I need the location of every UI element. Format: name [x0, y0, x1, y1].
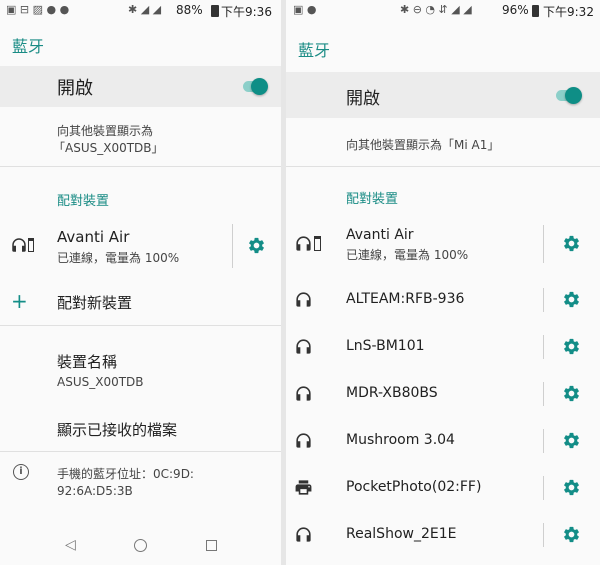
row-separator [543, 288, 544, 312]
device-name: Avanti Air [346, 227, 414, 243]
device-name-label: 裝置名稱 [57, 353, 118, 371]
paired-device-row[interactable]: RealShow_2E1E [286, 519, 600, 551]
device-name-value: ASUS_X00TDB [57, 375, 144, 389]
divider [0, 166, 281, 167]
status-bar: ▣ ● ✱ ⊖ ◔ ⇵ ◢ ◢ 96% 下午9:32 [286, 0, 600, 22]
device-name: RealShow_2E1E [346, 526, 457, 542]
paired-device-row[interactable]: Avanti Air 已連線，電量為 100% [286, 221, 600, 267]
toggle-label: 開啟 [57, 78, 93, 99]
device-settings-gear-icon[interactable] [562, 234, 581, 253]
device-settings-gear-icon[interactable] [562, 384, 581, 403]
device-settings-gear-icon[interactable] [562, 290, 581, 309]
headphones-icon [294, 337, 313, 356]
battery-level-icon [28, 238, 34, 252]
divider [286, 166, 600, 167]
visibility-text-line2: 「ASUS_X00TDB」 [53, 141, 164, 155]
headphones-icon [294, 290, 313, 309]
device-settings-gear-icon[interactable] [562, 337, 581, 356]
headphones-icon [294, 431, 313, 450]
page-title: 藍牙 [298, 41, 331, 60]
headphones-icon [294, 384, 313, 403]
paired-device-row[interactable]: Mushroom 3.04 [286, 425, 600, 457]
received-files-row[interactable]: 顯示已接收的檔案 [0, 413, 281, 443]
device-name: Avanti Air [57, 228, 130, 246]
device-settings-gear-icon[interactable] [562, 478, 581, 497]
paired-device-row[interactable]: Avanti Air 已連線，電量為 100% [0, 222, 281, 270]
visibility-text-line1: 向其他裝置顯示為 [57, 124, 154, 138]
bt-address-line2: 92:6A:D5:3B [57, 484, 133, 498]
bluetooth-toggle[interactable] [565, 87, 582, 104]
device-settings-gear-icon[interactable] [247, 236, 266, 255]
row-separator [543, 429, 544, 453]
device-name: PocketPhoto(02:FF) [346, 479, 482, 495]
printer-icon [294, 478, 313, 497]
device-name: ALTEAM:RFB-936 [346, 291, 465, 307]
pair-new-label: 配對新裝置 [57, 294, 133, 312]
device-status: 已連線，電量為 100% [57, 251, 180, 265]
battery-percent: 96% [502, 3, 529, 17]
bluetooth-toggle-row[interactable]: 開啟 [0, 66, 281, 107]
battery-icon [532, 5, 539, 17]
page-title: 藍牙 [12, 37, 45, 56]
toggle-label: 開啟 [346, 89, 380, 109]
bluetooth-toggle[interactable] [251, 78, 268, 95]
headphones-icon [294, 525, 313, 544]
system-icons: ✱ ⊖ ◔ ⇵ ◢ ◢ [400, 3, 472, 16]
visibility-text: 向其他裝置顯示為「Mi A1」 [346, 138, 500, 152]
section-paired-devices: 配對裝置 [57, 194, 110, 209]
paired-device-row[interactable]: ALTEAM:RFB-936 [286, 284, 600, 316]
row-separator [543, 476, 544, 500]
received-files-label: 顯示已接收的檔案 [57, 421, 178, 439]
signal-icons: ✱ ◢ ◢ [128, 3, 162, 16]
device-name-row[interactable]: 裝置名稱 ASUS_X00TDB [0, 345, 281, 393]
row-separator [543, 225, 544, 263]
device-settings-gear-icon[interactable] [562, 431, 581, 450]
row-separator [543, 382, 544, 406]
paired-device-row[interactable]: LnS-BM101 [286, 331, 600, 363]
device-name: MDR-XB80BS [346, 385, 438, 401]
recents-icon[interactable] [206, 540, 217, 551]
notification-icons: ▣ ● [293, 3, 317, 16]
paired-device-row[interactable]: MDR-XB80BS [286, 378, 600, 410]
home-icon[interactable] [134, 539, 147, 552]
battery-icon [211, 5, 219, 17]
status-bar: ▣ ⊟ ▨ ● ● ✱ ◢ ◢ 88% 下午9:36 [0, 0, 281, 22]
battery-percent: 88% [176, 3, 203, 17]
section-paired-devices: 配對裝置 [346, 192, 399, 207]
right-screenshot: ▣ ● ✱ ⊖ ◔ ⇵ ◢ ◢ 96% 下午9:32 藍牙 開啟 向其他裝置顯示… [286, 0, 600, 565]
pair-new-device-row[interactable]: + 配對新裝置 [0, 287, 281, 317]
device-settings-gear-icon[interactable] [562, 525, 581, 544]
paired-device-row[interactable]: PocketPhoto(02:FF) [286, 472, 600, 504]
device-status: 已連線，電量為 100% [346, 248, 469, 262]
bt-address-line1: 手機的藍牙位址：0C:9D: [57, 467, 194, 481]
back-icon[interactable]: ◁ [65, 537, 76, 553]
clock: 下午9:36 [221, 5, 272, 19]
row-separator [232, 224, 233, 268]
battery-level-icon [314, 236, 321, 251]
row-separator [543, 523, 544, 547]
divider [0, 451, 281, 452]
info-icon: i [13, 464, 29, 480]
plus-icon: + [11, 289, 28, 313]
divider [0, 325, 281, 326]
notification-icons: ▣ ⊟ ▨ ● ● [6, 3, 70, 16]
left-screenshot: ▣ ⊟ ▨ ● ● ✱ ◢ ◢ 88% 下午9:36 藍牙 開啟 向其他裝置顯示… [0, 0, 281, 565]
device-name: Mushroom 3.04 [346, 432, 455, 448]
headset-battery-icon [10, 236, 28, 254]
bluetooth-toggle-row[interactable]: 開啟 [286, 72, 600, 118]
clock: 下午9:32 [543, 5, 594, 19]
headset-battery-icon [294, 234, 313, 253]
device-name: LnS-BM101 [346, 338, 425, 354]
row-separator [543, 335, 544, 359]
navigation-bar: ◁ [0, 527, 281, 565]
